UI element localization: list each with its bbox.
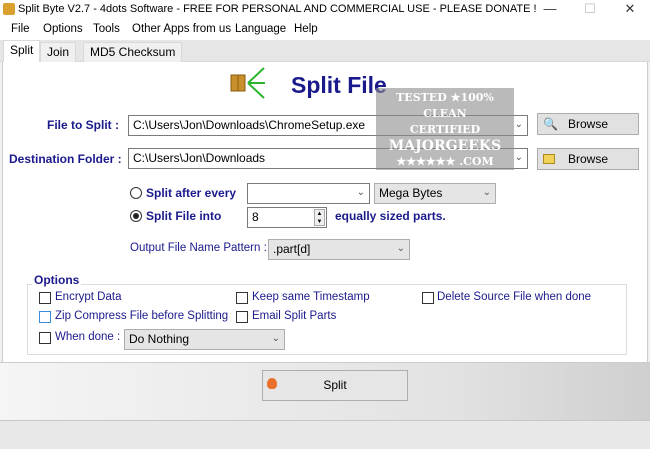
keep-timestamp-checkbox[interactable] [236,292,248,304]
when-done-label: When done : [55,331,121,343]
size-unit-select[interactable]: Mega Bytes ⌄ [374,183,496,204]
when-done-select[interactable]: Do Nothing ⌄ [124,329,285,350]
split-flame-icon [267,378,277,389]
split-file-into-radio[interactable] [130,210,142,222]
delete-source-checkbox[interactable] [422,292,434,304]
chevron-down-icon: ⌄ [514,119,523,130]
minimize-button[interactable]: — [530,0,570,19]
split-size-combo[interactable]: ⌄ [247,183,370,204]
email-split-parts-label: Email Split Parts [252,310,337,322]
spinner-arrows-icon[interactable]: ▲ ▼ [314,209,325,226]
encrypt-data-label: Encrypt Data [55,291,122,303]
menu-other-apps[interactable]: Other Apps from us [132,23,231,35]
tab-md5-checksum[interactable]: MD5 Checksum [83,42,183,62]
split-file-into-label: Split File into [146,209,222,223]
output-pattern-label: Output File Name Pattern : [130,242,267,254]
close-button[interactable]: ✕ [610,0,650,19]
tab-join[interactable]: Join [40,42,77,62]
options-group-title: Options [32,273,82,287]
delete-source-label: Delete Source File when done [437,291,592,303]
magnifier-icon: 🔍 [543,117,558,131]
encrypt-data-checkbox[interactable] [39,292,51,304]
file-to-split-label: File to Split : [47,118,119,132]
menu-options[interactable]: Options [43,23,83,35]
menu-help[interactable]: Help [294,23,318,35]
split-button[interactable]: Split [262,370,408,401]
browse-file-button[interactable]: 🔍 Browse [537,113,639,135]
split-after-every-label: Split after every [146,186,237,200]
chevron-down-icon: ⌄ [356,187,365,198]
equally-sized-parts-label: equally sized parts. [335,209,446,223]
page-heading: Split File [291,72,387,98]
chevron-down-icon: ⌄ [514,152,523,163]
email-split-parts-checkbox[interactable] [236,311,248,323]
zip-compress-label: Zip Compress File before Splitting [55,310,229,322]
menu-tools[interactable]: Tools [93,23,120,35]
zip-compress-checkbox[interactable] [39,311,51,323]
chevron-down-icon: ⌄ [271,333,280,344]
output-pattern-select[interactable]: .part[d] ⌄ [268,239,410,260]
chevron-down-icon: ⌄ [482,187,491,198]
parts-count-spinner[interactable]: 8 ▲ ▼ [247,207,327,228]
maximize-button[interactable]: ☐ [570,0,610,19]
chevron-down-icon: ⌄ [396,243,405,254]
destination-folder-label: Destination Folder : [9,152,122,166]
split-file-icon [228,64,268,102]
split-after-every-radio[interactable] [130,187,142,199]
majorgeeks-watermark-logo: TESTED ★100% CLEAN CERTIFIED MAJORGEEKS ★★★… [376,88,514,170]
browse-folder-button[interactable]: Browse [537,148,639,170]
keep-timestamp-label: Keep same Timestamp [252,291,370,303]
menu-language[interactable]: Language [235,23,286,35]
menu-file[interactable]: File [11,23,30,35]
tab-split[interactable]: Split [3,40,41,63]
status-bar [0,420,650,449]
when-done-checkbox[interactable] [39,332,51,344]
window-title: Split Byte V2.7 - 4dots Software - FREE … [18,3,537,15]
app-icon [3,3,15,15]
folder-icon [543,154,555,164]
